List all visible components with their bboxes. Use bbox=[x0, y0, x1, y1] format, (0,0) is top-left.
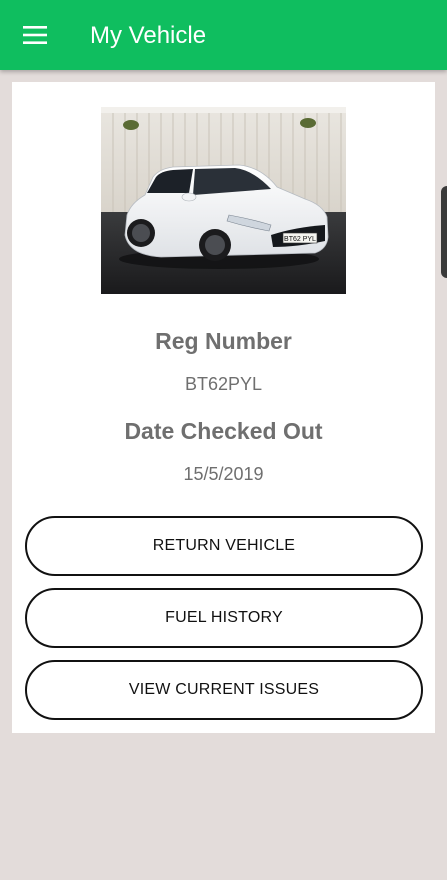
vehicle-card: BT62 PYL Reg Number BT62PYL Date Checked… bbox=[12, 82, 435, 733]
fuel-history-label: FUEL HISTORY bbox=[165, 609, 283, 626]
app-bar: My Vehicle bbox=[0, 0, 447, 70]
reg-number-value: BT62PYL bbox=[184, 374, 263, 394]
date-checked-out-value: 15/5/2019 bbox=[183, 464, 264, 484]
reg-number-label: Reg Number bbox=[155, 328, 292, 354]
scrollbar[interactable] bbox=[441, 186, 447, 278]
view-current-issues-label: VIEW CURRENT ISSUES bbox=[128, 681, 320, 698]
page-title: My Vehicle bbox=[90, 22, 207, 49]
date-checked-out-label: Date Checked Out bbox=[124, 418, 323, 444]
return-vehicle-button[interactable]: RETURN VEHICLE bbox=[25, 516, 423, 576]
return-vehicle-label: RETURN VEHICLE bbox=[152, 537, 296, 554]
license-plate: BT62 PYL bbox=[284, 236, 316, 243]
fuel-history-button[interactable]: FUEL HISTORY bbox=[25, 588, 423, 648]
view-current-issues-button[interactable]: VIEW CURRENT ISSUES bbox=[25, 660, 423, 720]
vehicle-photo: BT62 PYL bbox=[101, 107, 346, 294]
menu-button[interactable] bbox=[14, 17, 56, 53]
menu-icon bbox=[23, 26, 47, 44]
